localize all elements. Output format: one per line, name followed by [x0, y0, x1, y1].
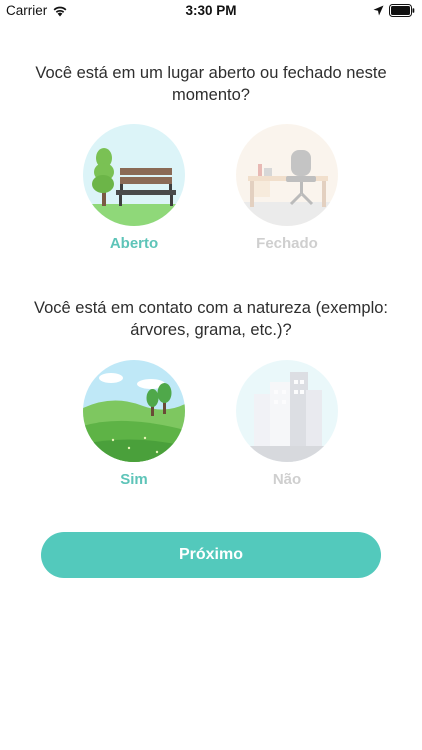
status-time: 3:30 PM [185, 3, 237, 18]
city-buildings-icon [236, 360, 338, 462]
hills-trees-icon [83, 360, 185, 462]
battery-icon [389, 4, 415, 17]
option-nao-label: Não [272, 471, 302, 488]
status-bar: Carrier 3:30 PM [0, 0, 422, 22]
screen: Carrier 3:30 PM Você está em um lugar ab… [0, 0, 422, 750]
option-aberto-label: Aberto [109, 235, 159, 252]
option-sim-label: Sim [120, 471, 148, 488]
next-button[interactable]: Próximo [41, 532, 381, 578]
option-nao[interactable]: Não [232, 360, 342, 488]
park-bench-icon [83, 124, 185, 226]
option-sim[interactable]: Sim [79, 360, 189, 488]
option-aberto[interactable]: Aberto [79, 124, 189, 252]
option-fechado[interactable]: Fechado [232, 124, 342, 252]
option-fechado-label: Fechado [256, 235, 318, 252]
question-nature: Você está em contato com a natureza (exe… [33, 299, 389, 339]
desk-chair-icon [236, 124, 338, 226]
location-arrow-icon [373, 5, 384, 16]
question-location: Você está em um lugar aberto ou fechado … [35, 64, 387, 104]
